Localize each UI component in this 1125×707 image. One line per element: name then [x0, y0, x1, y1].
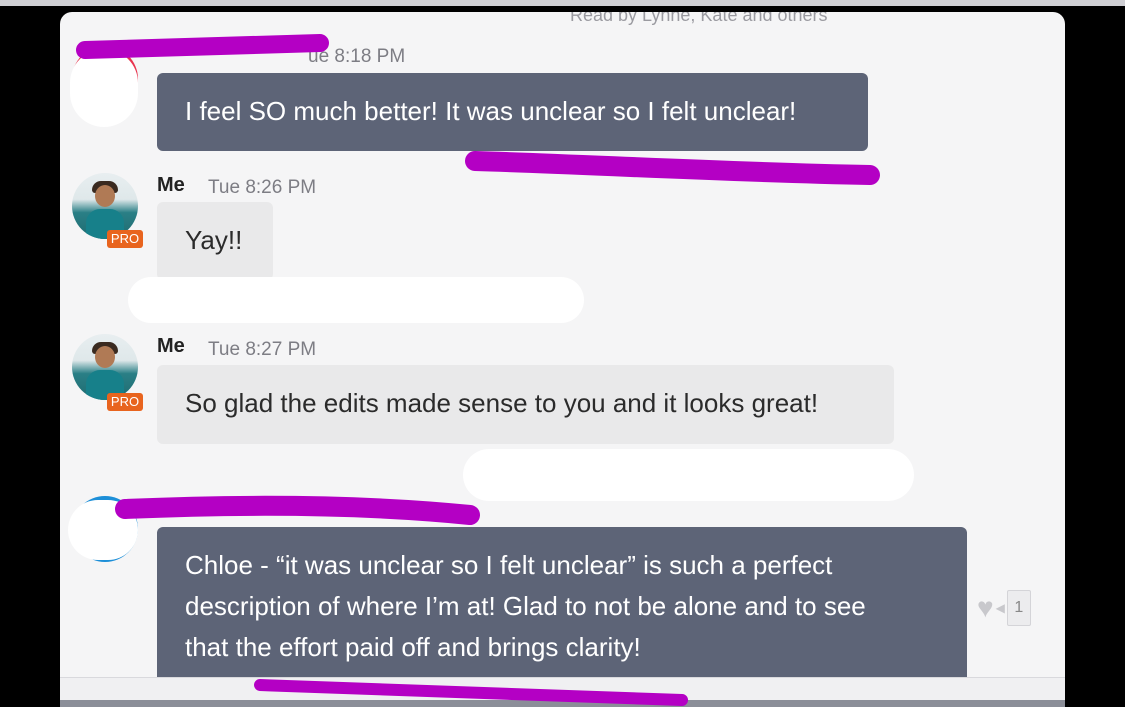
seen-by-text: Read by Lynne, Kate and others	[570, 12, 828, 25]
message-bubble[interactable]: So glad the edits made sense to you and …	[157, 365, 894, 444]
like-control[interactable]: ♥ ◀ 1	[977, 590, 1031, 626]
message-text: Yay!!	[185, 225, 243, 255]
redaction-blob	[68, 500, 138, 560]
message-line: that the effort paid off and brings clar…	[185, 632, 641, 662]
message-time: ue 8:18 PM	[308, 46, 406, 67]
composer-area	[60, 677, 1065, 707]
pro-badge: PRO	[107, 230, 143, 248]
message-line: Chloe - “it was unclear so I felt unclea…	[185, 550, 833, 580]
bottom-bar	[60, 700, 1065, 707]
like-count: 1	[1006, 590, 1031, 626]
message-time: Tue 8:26 PM	[208, 177, 317, 198]
redaction-blob	[70, 49, 138, 127]
author-name: Me	[157, 174, 185, 196]
message-bubble[interactable]: Chloe - “it was unclear so I felt unclea…	[157, 527, 967, 687]
author-name: Me	[157, 335, 185, 357]
message-time: Tue 8:27 PM	[208, 339, 317, 360]
pro-badge: PRO	[107, 393, 143, 411]
heart-icon[interactable]: ♥	[977, 594, 994, 622]
message-text: So glad the edits made sense to you and …	[185, 388, 819, 418]
avatar-me[interactable]	[72, 334, 138, 400]
scribble-stroke	[465, 151, 880, 185]
window-top-strip	[0, 0, 1125, 6]
chat-panel: Read by Lynne, Kate and others ue 8:18 P…	[60, 12, 1065, 707]
message-bubble[interactable]: I feel SO much better! It was unclear so…	[157, 73, 868, 151]
redaction-blob	[463, 449, 914, 501]
redaction-blob	[128, 277, 584, 323]
message-bubble[interactable]: Yay!!	[157, 202, 273, 280]
scribble-stroke	[115, 495, 480, 525]
caret-left-icon: ◀	[995, 601, 1005, 615]
message-text: I feel SO much better! It was unclear so…	[185, 96, 797, 126]
message-line: description of where I’m at! Glad to not…	[185, 591, 866, 621]
